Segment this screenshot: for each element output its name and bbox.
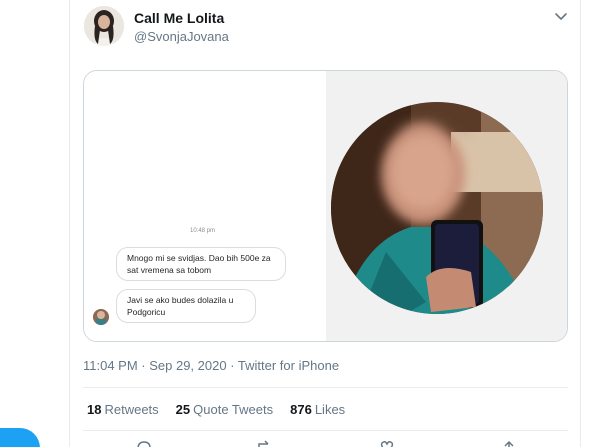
reply-icon[interactable]	[135, 440, 153, 447]
tweet-timestamp[interactable]: 11:04 PM · Sep 29, 2020 · Twitter for iP…	[83, 358, 339, 373]
like-icon[interactable]	[378, 440, 396, 447]
chevron-down-icon[interactable]	[552, 9, 570, 25]
likes-stat[interactable]: 876 Likes	[290, 402, 345, 417]
tweet-media[interactable]: 10:48 pm Mnogo mi se svidjas. Dao bih 50…	[83, 70, 568, 342]
chat-message: Mnogo mi se svidjas. Dao bih 500e za sat…	[116, 247, 286, 281]
retweet-icon[interactable]	[256, 440, 274, 447]
timeline-right-border	[580, 0, 581, 447]
quote-tweets-count: 25	[175, 402, 191, 417]
author-handle[interactable]: @SvonjaJovana	[134, 29, 229, 44]
tweet-stats: 18 Retweets 25 Quote Tweets 876 Likes	[87, 402, 362, 417]
likes-count: 876	[290, 402, 312, 417]
chat-avatar	[93, 309, 109, 325]
author-display-name[interactable]: Call Me Lolita	[134, 10, 224, 26]
timeline-left-border	[69, 0, 70, 447]
retweets-stat[interactable]: 18 Retweets	[87, 402, 159, 417]
retweets-count: 18	[87, 402, 102, 417]
chat-time: 10:48 pm	[190, 228, 216, 234]
tweet-compose-button[interactable]	[0, 428, 40, 447]
chat-screenshot: 10:48 pm Mnogo mi se svidjas. Dao bih 50…	[84, 71, 326, 341]
chat-message: Javi se ako budes dolazila u Podgoricu	[116, 289, 256, 323]
quote-tweets-label: Quote Tweets	[193, 402, 274, 417]
profile-photo	[331, 102, 543, 314]
profile-photo-pane	[326, 71, 567, 341]
quote-tweets-stat[interactable]: 25 Quote Tweets	[176, 402, 273, 417]
divider	[83, 387, 568, 388]
likes-label: Likes	[314, 402, 346, 417]
retweets-label: Retweets	[104, 402, 159, 417]
divider	[83, 430, 568, 431]
share-icon[interactable]	[500, 440, 518, 447]
author-avatar[interactable]	[84, 6, 124, 46]
